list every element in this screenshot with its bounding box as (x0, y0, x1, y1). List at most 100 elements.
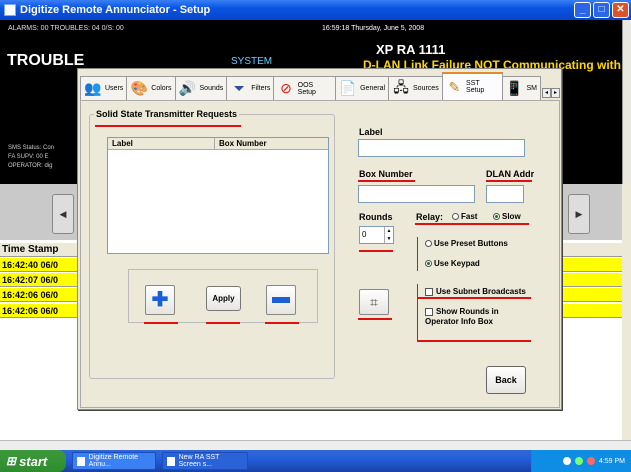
tab-label: SST Setup (466, 80, 485, 94)
tab-label: General (360, 85, 386, 92)
network-icon: ⌗ (370, 294, 378, 310)
speaker-icon: 🔊 (178, 80, 197, 96)
system-tray: 4:59 PM (531, 450, 631, 472)
clock[interactable]: 4:59 PM (599, 458, 625, 465)
document-icon: 📄 (339, 80, 357, 96)
maximize-button[interactable]: □ (593, 2, 610, 18)
plus-icon: ✚ (151, 289, 169, 311)
use-keypad-radio[interactable]: Use Keypad (425, 259, 480, 268)
tab-scroll-left-button[interactable]: ◂ (542, 88, 551, 98)
box-number-input[interactable] (358, 185, 475, 203)
show-rounds-checkbox[interactable]: Show Rounds in Operator Info Box (425, 307, 530, 327)
window-title-bar[interactable]: Digitize Remote Annunciator - Setup _ □ … (0, 0, 631, 20)
tray-help-icon[interactable] (562, 457, 571, 465)
column-header-box-number[interactable]: Box Number (215, 138, 267, 149)
windows-flag-icon: ⊞ (6, 454, 17, 468)
underline-marker (144, 322, 178, 324)
dlan-addr-input[interactable] (486, 185, 524, 203)
checkbox[interactable] (425, 287, 433, 296)
radio-label: Fast (461, 212, 478, 221)
relay-fast-radio[interactable]: Fast (452, 212, 477, 221)
system-label: SYSTEM (231, 56, 273, 67)
checkbox[interactable] (425, 307, 433, 316)
column-header-label[interactable]: Label (108, 138, 215, 149)
next-button[interactable]: ▶ (568, 194, 590, 234)
no-entry-icon: ⊘ (280, 80, 292, 96)
use-subnet-checkbox[interactable]: Use Subnet Broadcasts (425, 287, 526, 296)
checkbox-label: Show Rounds in Operator Info Box (425, 307, 499, 326)
tab-scroll-buttons: ◂ ▸ (542, 88, 560, 98)
alarm-counts: ALARMS: 00 TROUBLES: 04 0/S: 00 (8, 25, 124, 32)
radio-button[interactable] (425, 260, 432, 268)
start-button[interactable]: ⊞ start (0, 450, 66, 472)
add-button[interactable]: ✚ (145, 285, 175, 315)
tab-sm[interactable]: 📱 SM (501, 76, 541, 100)
tab-label: OOS Setup (297, 81, 316, 96)
previous-button[interactable]: ◀ (52, 194, 74, 234)
underline-marker (418, 340, 531, 342)
taskbar: ⊞ start Digitize Remote Annu... New RA S… (0, 450, 631, 472)
underline-marker (206, 322, 240, 324)
spinner-arrows[interactable]: ▲ ▼ (384, 227, 393, 243)
users-icon: 👥 (84, 80, 102, 96)
minus-icon (272, 297, 290, 303)
taskbar-item-annunciator[interactable]: Digitize Remote Annu... (72, 452, 156, 470)
use-preset-radio[interactable]: Use Preset Buttons (425, 239, 508, 248)
tab-strip: 👥 Users 🎨 Colors 🔊 Sounds ⏷ Filters ⊘ OO… (80, 72, 560, 100)
tab-label: Sounds (199, 85, 224, 92)
label-field-label: Label (359, 127, 383, 137)
network-icon: 🖧 (393, 78, 409, 95)
tab-sources[interactable]: 🖧 Sources (388, 76, 443, 100)
remove-button[interactable] (266, 285, 296, 315)
horizontal-scrollbar[interactable] (0, 440, 631, 450)
underline-marker (417, 284, 418, 342)
tray-security-icon[interactable] (586, 457, 595, 465)
minimize-button[interactable]: _ (574, 2, 591, 18)
underline-marker (95, 125, 241, 127)
filter-icon: ⏷ (233, 80, 245, 96)
palette-icon: 🎨 (130, 80, 148, 96)
relay-slow-radio[interactable]: Slow (493, 212, 521, 221)
underline-marker (358, 318, 392, 320)
tab-label: Colors (151, 85, 172, 92)
tab-label: SM (526, 85, 538, 92)
tab-label: Users (105, 85, 124, 92)
label-input[interactable] (358, 139, 525, 157)
underline-marker (418, 297, 531, 299)
underline-marker (359, 250, 393, 252)
network-button[interactable]: ⌗ (359, 289, 389, 315)
checkbox-label: Use Subnet Broadcasts (436, 287, 526, 296)
operator-status: OPERATOR: dig (8, 163, 53, 169)
apply-button[interactable]: Apply (206, 286, 241, 311)
tray-network-icon[interactable] (574, 457, 583, 465)
taskbar-item-sst-screen[interactable]: New RA SST Screen s... (162, 452, 248, 470)
radio-button[interactable] (493, 213, 500, 221)
group-title: Solid State Transmitter Requests (94, 109, 240, 119)
sms-status: SMS Status: Con (8, 145, 55, 151)
rounds-spinner[interactable]: 0 ▲ ▼ (359, 226, 394, 244)
vertical-scrollbar[interactable] (622, 20, 631, 184)
tab-users[interactable]: 👥 Users (80, 76, 128, 100)
underline-marker (417, 237, 418, 271)
tab-general[interactable]: 📄 General (335, 76, 390, 100)
radio-label: Use Preset Buttons (434, 239, 508, 248)
tab-oos-setup[interactable]: ⊘ OOS Setup (273, 76, 337, 100)
tab-colors[interactable]: 🎨 Colors (126, 76, 176, 100)
tab-label: Filters (251, 85, 271, 92)
transmitter-list[interactable]: Label Box Number (107, 137, 329, 254)
sst-icon: ✎ (448, 78, 461, 95)
window-title: Digitize Remote Annunciator - Setup (20, 4, 211, 16)
tab-sounds[interactable]: 🔊 Sounds (174, 76, 228, 100)
tab-filters[interactable]: ⏷ Filters (226, 76, 275, 100)
tab-scroll-right-button[interactable]: ▸ (551, 88, 560, 98)
radio-button[interactable] (452, 213, 459, 221)
back-button[interactable]: Back (486, 366, 526, 394)
radio-button[interactable] (425, 240, 432, 248)
underline-marker (265, 322, 299, 324)
rounds-value: 0 (362, 230, 367, 239)
radio-label: Slow (502, 212, 521, 221)
close-button[interactable]: ✕ (612, 2, 629, 18)
rounds-label: Rounds (359, 212, 393, 222)
phone-icon: 📱 (505, 80, 524, 96)
tab-sst-setup[interactable]: ✎ SST Setup (441, 72, 503, 100)
